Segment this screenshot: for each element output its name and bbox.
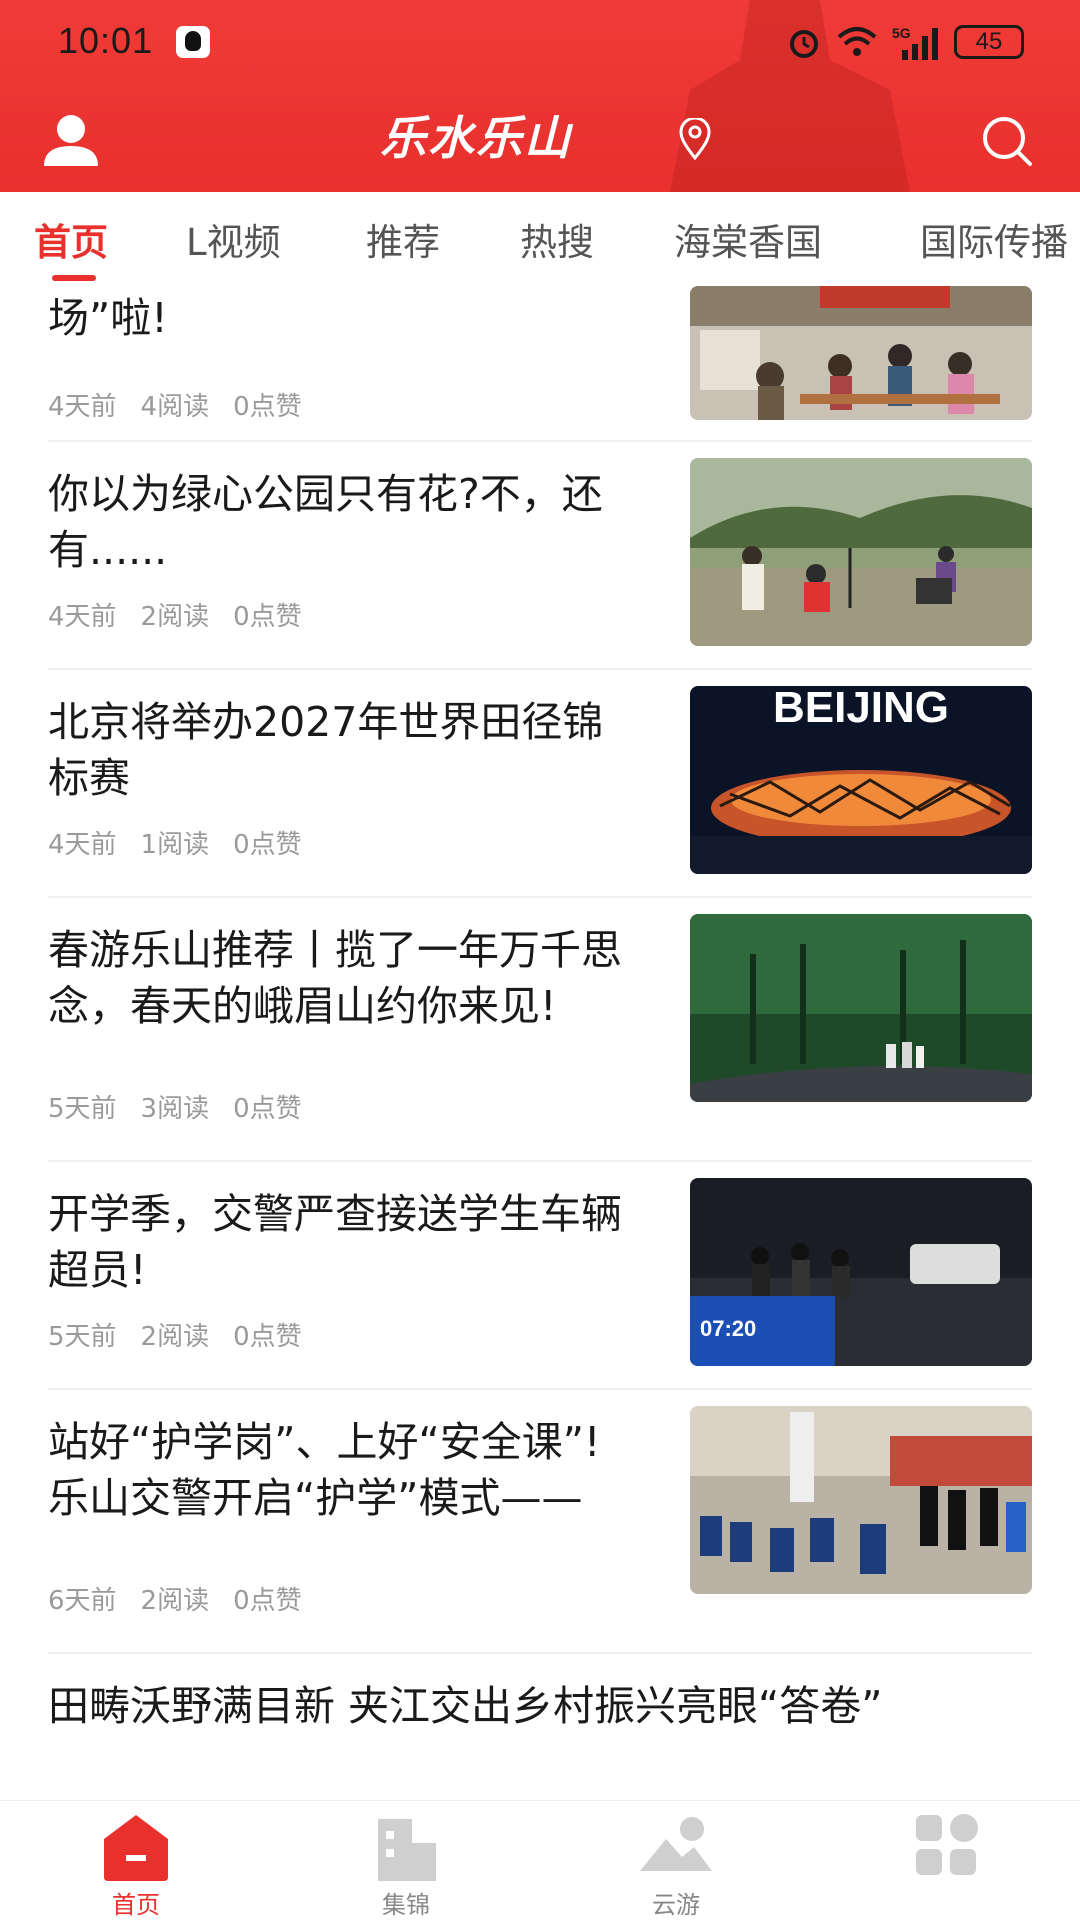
news-time: 4天前	[48, 602, 117, 632]
news-reads: 4阅读	[140, 392, 210, 422]
news-meta: 5天前 2阅读 0点赞	[48, 1316, 326, 1353]
battery-icon: 45	[954, 25, 1024, 59]
apps-icon	[916, 1814, 978, 1875]
signal-5g-icon: 5G	[892, 25, 938, 60]
item-divider	[48, 1388, 1032, 1390]
item-divider	[48, 440, 1032, 442]
news-time: 5天前	[48, 1094, 117, 1124]
wifi-icon	[837, 27, 877, 56]
status-bar: 10:01 5G 45	[0, 0, 1080, 84]
tab-hot-search[interactable]: 热搜	[520, 212, 594, 266]
item-divider	[48, 1160, 1032, 1162]
qq-notification-icon	[176, 26, 210, 58]
mountain-icon	[640, 1817, 712, 1871]
thumbnail-caption: 07:20	[700, 1316, 756, 1341]
news-time: 6天前	[48, 1586, 117, 1616]
nav-highlights[interactable]: 集锦	[336, 1801, 476, 1920]
tab-haitang[interactable]: 海棠香国	[674, 212, 822, 266]
status-time: 10:01	[58, 20, 154, 61]
news-likes: 0点赞	[233, 1322, 302, 1352]
item-divider	[48, 1652, 1032, 1654]
news-likes: 0点赞	[233, 1094, 302, 1124]
news-likes: 0点赞	[233, 830, 302, 860]
news-item[interactable]: 田畴沃野满目新 夹江交出乡村振兴亮眼“答卷”	[48, 1670, 1032, 1800]
news-title: 春游乐山推荐丨揽了一年万千思念，春天的峨眉山约你来见!	[48, 926, 622, 1030]
nav-home-label: 首页	[112, 1891, 160, 1919]
news-meta: 4天前 2阅读 0点赞	[48, 596, 326, 633]
news-time: 4天前	[48, 392, 117, 422]
news-likes: 0点赞	[233, 602, 302, 632]
news-time: 5天前	[48, 1322, 117, 1352]
news-thumbnail	[690, 914, 1032, 1102]
news-title: 站好“护学岗”、上好“安全课”! 乐山交警开启“护学”模式——	[48, 1418, 601, 1522]
nav-apps[interactable]	[876, 1801, 1016, 1920]
search-icon[interactable]	[980, 114, 1034, 168]
news-title: 开学季，交警严查接送学生车辆超员!	[48, 1190, 622, 1294]
news-item[interactable]: 春游乐山推荐丨揽了一年万千思念，春天的峨眉山约你来见! 5天前 3阅读 0点赞	[48, 914, 1032, 1160]
news-title: 北京将举办2027年世界田径锦标赛	[48, 698, 604, 802]
news-item[interactable]: 北京将举办2027年世界田径锦标赛 4天前 1阅读 0点赞 BEIJING	[48, 686, 1032, 896]
bottom-navigation: 首页 集锦 云游	[0, 1800, 1080, 1920]
news-thumbnail	[690, 1406, 1032, 1594]
news-title: 你以为绿心公园只有花?不，还有......	[48, 470, 603, 574]
news-item[interactable]: 场”啦! 4天前 4阅读 0点赞	[48, 284, 1032, 440]
app-logo: 乐水乐山	[380, 111, 572, 165]
item-divider	[48, 668, 1032, 670]
news-title: 田畴沃野满目新 夹江交出乡村振兴亮眼“答卷”	[48, 1682, 883, 1730]
alarm-icon	[790, 30, 818, 58]
news-reads: 2阅读	[140, 602, 210, 632]
news-likes: 0点赞	[233, 392, 302, 422]
building-icon	[378, 1819, 436, 1881]
user-icon[interactable]	[42, 112, 100, 168]
tab-recommend[interactable]: 推荐	[366, 212, 440, 266]
item-divider	[48, 896, 1032, 898]
news-meta: 6天前 2阅读 0点赞	[48, 1580, 326, 1617]
status-indicators: 5G 45	[786, 22, 1024, 62]
tab-home[interactable]: 首页	[34, 212, 108, 266]
news-meta: 5天前 3阅读 0点赞	[48, 1088, 326, 1125]
news-reads: 1阅读	[140, 830, 210, 860]
news-time: 4天前	[48, 830, 117, 860]
nav-cloud-tour-label: 云游	[652, 1891, 700, 1919]
home-icon	[104, 1815, 168, 1881]
app-header: 10:01 5G 45 乐水乐山	[0, 0, 1080, 192]
news-meta: 4天前 1阅读 0点赞	[48, 824, 326, 861]
network-label: 5G	[892, 25, 911, 41]
news-meta: 4天前 4阅读 0点赞	[48, 386, 326, 423]
news-thumbnail	[690, 286, 1032, 420]
category-tabs: 首页 L视频 推荐 热搜 海棠香国 国际传播	[0, 192, 1080, 284]
news-title: 场”啦!	[48, 294, 168, 342]
news-likes: 0点赞	[233, 1586, 302, 1616]
news-thumbnail	[690, 458, 1032, 646]
news-reads: 3阅读	[140, 1094, 210, 1124]
news-item[interactable]: 开学季，交警严查接送学生车辆超员! 5天前 2阅读 0点赞 07:20	[48, 1178, 1032, 1388]
title-bar: 乐水乐山	[0, 92, 1080, 188]
news-item[interactable]: 站好“护学岗”、上好“安全课”! 乐山交警开启“护学”模式—— 6天前 2阅读 0点…	[48, 1406, 1032, 1652]
nav-home[interactable]: 首页	[66, 1801, 206, 1920]
news-item[interactable]: 你以为绿心公园只有花?不，还有...... 4天前 2阅读 0点赞	[48, 458, 1032, 668]
nav-highlights-label: 集锦	[382, 1891, 430, 1919]
news-thumbnail: 07:20	[690, 1178, 1032, 1366]
tab-l-video[interactable]: L视频	[186, 212, 281, 266]
news-reads: 2阅读	[140, 1586, 210, 1616]
news-reads: 2阅读	[140, 1322, 210, 1352]
thumbnail-caption: BEIJING	[773, 686, 949, 732]
active-tab-indicator	[52, 275, 96, 281]
nav-cloud-tour[interactable]: 云游	[606, 1801, 746, 1920]
location-pin-icon[interactable]	[678, 118, 712, 160]
tab-international[interactable]: 国际传播	[920, 212, 1068, 266]
news-thumbnail: BEIJING	[690, 686, 1032, 874]
news-feed[interactable]: 场”啦! 4天前 4阅读 0点赞 你以为绿心公园只有花?不，还有...... 4天前…	[0, 284, 1080, 1800]
